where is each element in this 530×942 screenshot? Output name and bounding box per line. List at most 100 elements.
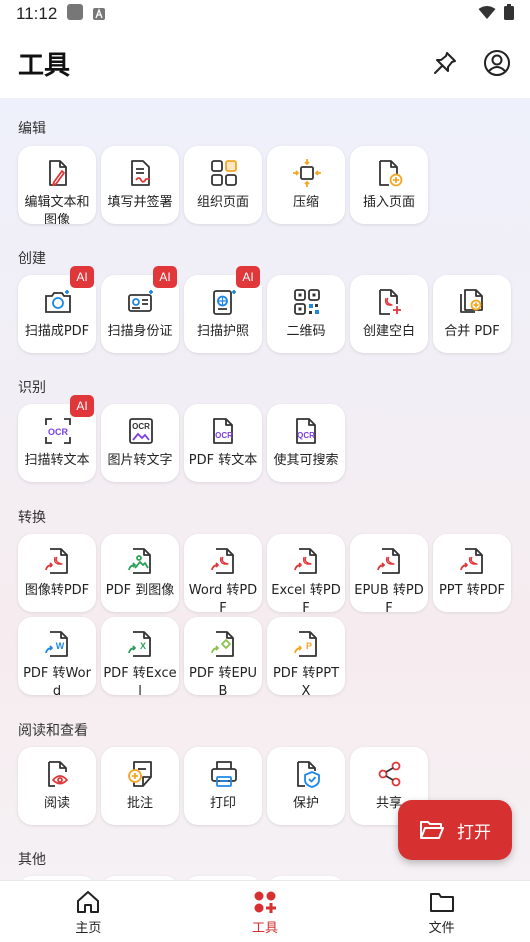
app-header: 工具 (0, 28, 530, 98)
tool-pdf-to-excel[interactable]: X PDF 转Excel (101, 617, 179, 695)
insert-page-icon (379, 160, 403, 187)
edit-doc-icon (49, 160, 67, 186)
ai-badge: AI (236, 266, 260, 288)
image-ocr-icon: OCR (129, 418, 153, 444)
read-icon (48, 761, 68, 787)
tool-label: 保护 (292, 796, 319, 811)
protect-icon (297, 761, 320, 788)
tool-label: 二维码 (286, 324, 326, 339)
tool-label: EPUB 转PDF (354, 583, 424, 612)
tool-print[interactable]: 打印 (184, 747, 262, 825)
account-button[interactable] (482, 48, 512, 78)
tool-word-to-pdf[interactable]: Word 转PDF (184, 534, 262, 612)
convert-pdf-icon (460, 548, 483, 574)
tool-label: 阅读 (43, 796, 70, 811)
tools-content[interactable]: 编辑 编辑文本和图像 填写并签署 组织页面 压缩 插入页面 创建 AI 扫描成P… (0, 98, 530, 880)
tool-label: 合并 PDF (444, 324, 500, 339)
ai-badge: AI (70, 395, 94, 417)
tool-image-to-pdf[interactable]: 图像转PDF (18, 534, 96, 612)
open-file-button[interactable]: 打开 (398, 800, 512, 860)
tool-qr-code[interactable]: 二维码 (267, 275, 345, 353)
section-title-other: 其他 (18, 852, 46, 868)
convert-pdf-icon (294, 548, 317, 574)
nav-files-label: 文件 (428, 921, 455, 936)
nav-tools[interactable]: 工具 (177, 881, 354, 942)
tool-edit-text-image[interactable]: 编辑文本和图像 (18, 146, 96, 224)
ai-badge: AI (153, 266, 177, 288)
nav-home[interactable]: 主页 (0, 881, 177, 942)
fill-sign-icon (131, 160, 150, 186)
pdf-to-excel-icon: X (128, 631, 151, 657)
ocr-text: OCR (48, 427, 69, 437)
tool-label: 创建空白 (362, 324, 415, 339)
tool-merge-pdf[interactable]: 合并 PDF (433, 275, 511, 353)
tool-organize-pages[interactable]: 组织页面 (184, 146, 262, 224)
nav-files[interactable]: 文件 (353, 881, 530, 942)
searchable-icon: QCR (296, 418, 316, 444)
ocr-text: OCR (132, 422, 150, 431)
convert-pdf-icon (211, 548, 234, 574)
bottom-nav: 主页 工具 文件 (0, 880, 530, 942)
app-notification-icon (93, 5, 106, 24)
pdf-to-image-icon (128, 548, 151, 574)
section-title-edit: 编辑 (18, 121, 46, 137)
tool-make-searchable[interactable]: QCR 使其可搜索 (267, 404, 345, 482)
folder-icon (429, 893, 454, 912)
tool-excel-to-pdf[interactable]: Excel 转PDF (267, 534, 345, 612)
tool-label: PDF 转PPTX (272, 666, 340, 695)
tool-label: 插入页面 (362, 195, 415, 210)
share-icon (378, 761, 401, 787)
tool-create-blank[interactable]: 创建空白 (350, 275, 428, 353)
blank-pdf-icon (379, 289, 401, 315)
svg-text:X: X (140, 641, 146, 651)
tool-compress[interactable]: 压缩 (267, 146, 345, 224)
home-icon (77, 891, 100, 913)
tool-label: 扫描身份证 (107, 324, 173, 339)
tool-label: 填写并签署 (107, 195, 173, 210)
section-title-convert: 转换 (18, 510, 46, 526)
tool-epub-to-pdf[interactable]: EPUB 转PDF (350, 534, 428, 612)
tool-label: 图像转PDF (24, 583, 90, 598)
tool-pdf-to-word[interactable]: W PDF 转Word (18, 617, 96, 695)
tool-label: PDF 转文本 (188, 453, 258, 468)
scan-ocr-icon: OCR (45, 418, 71, 444)
tool-pdf-to-text[interactable]: OCR PDF 转文本 (184, 404, 262, 482)
tool-pdf-to-epub[interactable]: PDF 转EPUB (184, 617, 262, 695)
tool-label: 扫描转文本 (24, 453, 90, 468)
pdf-to-pptx-icon: P (294, 631, 317, 657)
tool-label: PDF 转Word (23, 666, 91, 695)
battery-icon (504, 4, 514, 24)
compress-icon (293, 159, 321, 187)
tool-label: 压缩 (292, 195, 319, 210)
convert-pdf-icon (45, 548, 68, 574)
open-file-label: 打开 (457, 822, 491, 843)
tool-label: Word 转PDF (188, 583, 258, 612)
id-card-icon (128, 290, 153, 312)
tool-pdf-to-image[interactable]: PDF 到图像 (101, 534, 179, 612)
tool-protect[interactable]: 保护 (267, 747, 345, 825)
tool-fill-sign[interactable]: 填写并签署 (101, 146, 179, 224)
tool-ppt-to-pdf[interactable]: PPT 转PDF (433, 534, 511, 612)
camera-icon (45, 290, 71, 313)
annotate-icon (128, 761, 152, 787)
svg-text:P: P (306, 641, 312, 651)
merge-icon (460, 289, 483, 313)
tool-label: 批注 (126, 796, 153, 811)
tool-annotate[interactable]: 批注 (101, 747, 179, 825)
ai-badge: AI (70, 266, 94, 288)
tool-label: 扫描护照 (196, 324, 249, 339)
qr-code-icon (294, 289, 320, 315)
tool-label: 使其可搜索 (273, 453, 339, 468)
tool-label: PDF 转EPUB (188, 666, 258, 695)
tool-label: 编辑文本和图像 (24, 195, 90, 224)
tool-pdf-to-pptx[interactable]: P PDF 转PPTX (267, 617, 345, 695)
account-icon (484, 50, 510, 76)
tool-image-to-text[interactable]: OCR 图片转文字 (101, 404, 179, 482)
tool-label: 图片转文字 (107, 453, 173, 468)
tool-insert-page[interactable]: 插入页面 (350, 146, 428, 224)
ocr-text: OCR (215, 431, 233, 440)
section-title-recognize: 识别 (18, 380, 46, 396)
pin-button[interactable] (430, 48, 460, 78)
tool-read[interactable]: 阅读 (18, 747, 96, 825)
status-bar: 11:12 (0, 0, 530, 28)
